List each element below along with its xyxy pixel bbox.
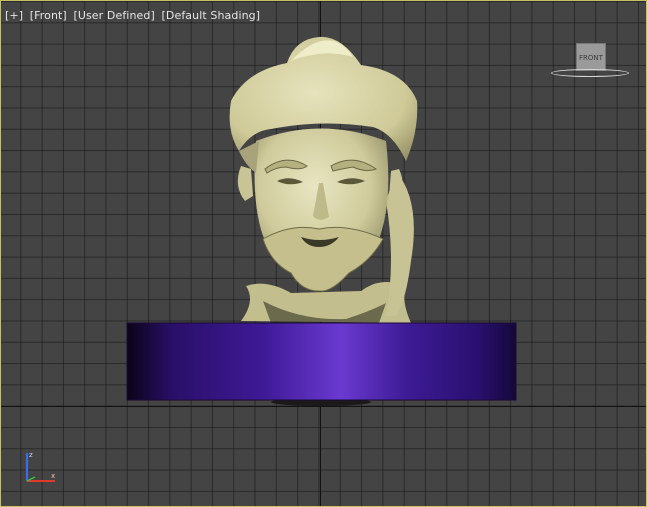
svg-text:z: z bbox=[29, 451, 33, 459]
scene-model[interactable] bbox=[1, 1, 647, 507]
svg-text:x: x bbox=[51, 472, 55, 480]
viewport-front[interactable]: [+] [Front] [User Defined] [Default Shad… bbox=[0, 0, 647, 507]
bust-face bbox=[237, 128, 403, 292]
xyz-axis-icon: z x bbox=[26, 451, 55, 482]
pedestal-cylinder bbox=[126, 322, 517, 401]
